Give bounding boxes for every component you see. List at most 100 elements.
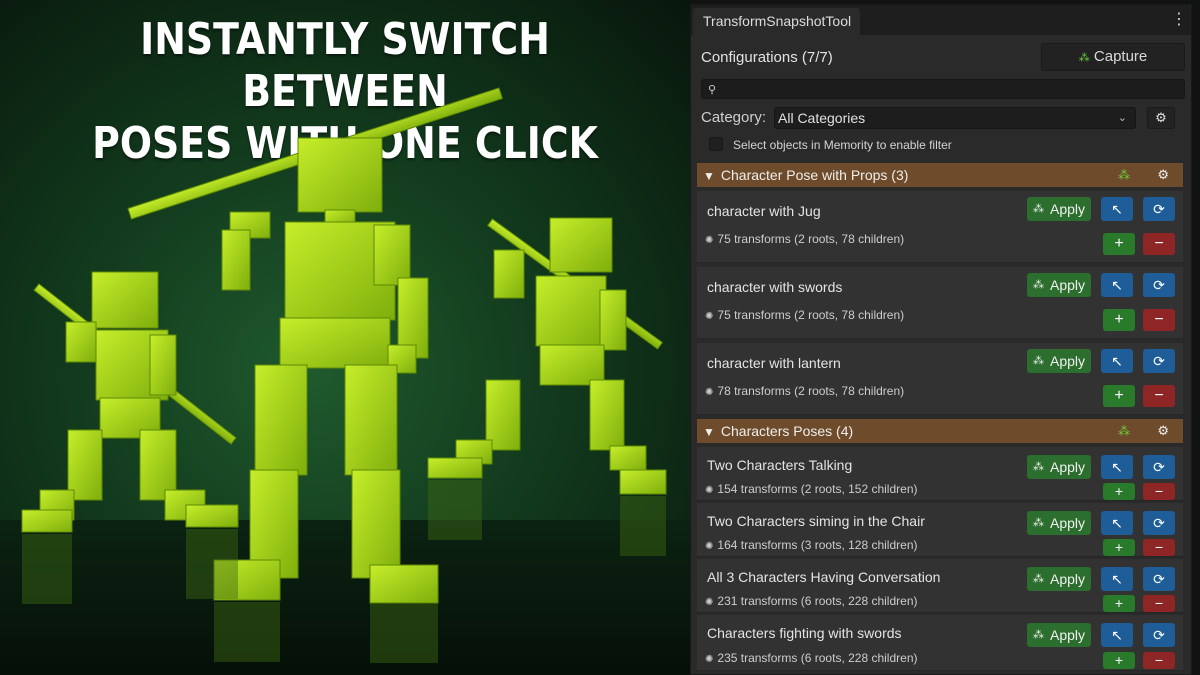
group-header-props[interactable]: ▼ Character Pose with Props (3) ⁂ ⚙ — [697, 163, 1183, 187]
apply-icon: ⁂ — [1033, 203, 1044, 215]
transforms-icon: ✺ — [705, 311, 714, 322]
transforms-icon: ✺ — [705, 387, 714, 398]
update-snapshot-button[interactable]: ⟳ — [1143, 455, 1175, 479]
cursor-icon: ↖ — [1111, 277, 1123, 293]
select-objects-button[interactable]: ↖ — [1101, 623, 1133, 647]
memority-filter-checkbox[interactable] — [709, 137, 723, 151]
add-button[interactable]: + — [1103, 539, 1135, 556]
cursor-icon: ↖ — [1111, 201, 1123, 217]
cursor-icon: ↖ — [1111, 515, 1123, 531]
apply-button[interactable]: ⁂ Apply — [1027, 273, 1091, 297]
config-stats: ✺ 164 transforms (3 roots, 128 children) — [705, 538, 917, 552]
config-name: Two Characters Talking — [707, 457, 853, 473]
config-card: Two Characters siming in the Chair ✺ 164 … — [697, 503, 1183, 557]
refresh-icon: ⟳ — [1153, 627, 1165, 643]
collapse-arrow-icon[interactable]: ▼ — [703, 420, 717, 444]
apply-button[interactable]: ⁂ Apply — [1027, 349, 1091, 373]
refresh-icon: ⟳ — [1153, 277, 1165, 293]
remove-button[interactable]: − — [1143, 539, 1175, 556]
chevron-down-icon: ⌄ — [1117, 112, 1127, 124]
config-stats: ✺ 75 transforms (2 roots, 78 children) — [705, 308, 904, 322]
refresh-icon: ⟳ — [1153, 201, 1165, 217]
config-name: character with swords — [707, 279, 843, 295]
filter-hint: Select objects in Memority to enable fil… — [733, 138, 952, 152]
add-button[interactable]: + — [1103, 233, 1135, 255]
left-figure — [21, 271, 239, 533]
window-tab[interactable]: TransformSnapshotTool — [693, 8, 860, 35]
remove-button[interactable]: − — [1143, 595, 1175, 612]
config-stats-text: 164 transforms (3 roots, 128 children) — [717, 538, 918, 552]
cursor-icon: ↖ — [1111, 571, 1123, 587]
apply-label: Apply — [1050, 627, 1086, 643]
config-card: character with Jug ✺ 75 transforms (2 roo… — [697, 191, 1183, 263]
refresh-icon: ⟳ — [1153, 459, 1165, 475]
config-stats: ✺ 75 transforms (2 roots, 78 children) — [705, 232, 904, 246]
update-snapshot-button[interactable]: ⟳ — [1143, 567, 1175, 591]
category-dropdown[interactable]: All Categories ⌄ — [774, 107, 1136, 129]
transforms-icon: ✺ — [705, 235, 714, 246]
update-snapshot-button[interactable]: ⟳ — [1143, 349, 1175, 373]
config-stats-text: 75 transforms (2 roots, 78 children) — [717, 308, 905, 322]
add-button[interactable]: + — [1103, 309, 1135, 331]
config-stats-text: 231 transforms (6 roots, 228 children) — [717, 594, 918, 608]
group-capture-icon[interactable]: ⁂ — [1118, 419, 1130, 443]
add-button[interactable]: + — [1103, 652, 1135, 669]
remove-button[interactable]: − — [1143, 385, 1175, 407]
update-snapshot-button[interactable]: ⟳ — [1143, 197, 1175, 221]
apply-label: Apply — [1050, 353, 1086, 369]
capture-button[interactable]: ⁂ Capture — [1041, 43, 1185, 71]
remove-button[interactable]: − — [1143, 483, 1175, 500]
posed-figures-illustration — [21, 87, 667, 663]
capture-icon: ⁂ — [1078, 52, 1090, 64]
config-stats: ✺ 78 transforms (2 roots, 78 children) — [705, 384, 904, 398]
group-settings-gear-icon[interactable]: ⚙ — [1157, 163, 1169, 187]
search-bar[interactable]: ⚲ — [701, 79, 1185, 99]
remove-button[interactable]: − — [1143, 652, 1175, 669]
update-snapshot-button[interactable]: ⟳ — [1143, 511, 1175, 535]
promo-banner: INSTANTLY SWITCH BETWEEN POSES WITH ONE … — [0, 0, 690, 675]
category-settings-gear-icon[interactable]: ⚙ — [1147, 107, 1175, 129]
refresh-icon: ⟳ — [1153, 353, 1165, 369]
select-objects-button[interactable]: ↖ — [1101, 197, 1133, 221]
add-button[interactable]: + — [1103, 595, 1135, 612]
search-input[interactable] — [724, 80, 1179, 98]
add-button[interactable]: + — [1103, 483, 1135, 500]
config-stats: ✺ 231 transforms (6 roots, 228 children) — [705, 594, 917, 608]
select-objects-button[interactable]: ↖ — [1101, 511, 1133, 535]
group-title: Characters Poses (4) — [720, 423, 854, 439]
update-snapshot-button[interactable]: ⟳ — [1143, 623, 1175, 647]
select-objects-button[interactable]: ↖ — [1101, 455, 1133, 479]
config-stats-text: 235 transforms (6 roots, 228 children) — [717, 651, 918, 665]
apply-icon: ⁂ — [1033, 573, 1044, 585]
select-objects-button[interactable]: ↖ — [1101, 349, 1133, 373]
group-capture-icon[interactable]: ⁂ — [1118, 163, 1130, 187]
apply-button[interactable]: ⁂ Apply — [1027, 567, 1091, 591]
config-name: Characters fighting with swords — [707, 625, 902, 641]
collapse-arrow-icon[interactable]: ▼ — [703, 164, 717, 188]
remove-button[interactable]: − — [1143, 309, 1175, 331]
apply-button[interactable]: ⁂ Apply — [1027, 511, 1091, 535]
update-snapshot-button[interactable]: ⟳ — [1143, 273, 1175, 297]
apply-icon: ⁂ — [1033, 629, 1044, 641]
apply-label: Apply — [1050, 515, 1086, 531]
kebab-menu-icon[interactable]: ⋮ — [1171, 11, 1187, 29]
remove-button[interactable]: − — [1143, 233, 1175, 255]
config-stats: ✺ 235 transforms (6 roots, 228 children) — [705, 651, 917, 665]
apply-button[interactable]: ⁂ Apply — [1027, 455, 1091, 479]
select-objects-button[interactable]: ↖ — [1101, 273, 1133, 297]
apply-label: Apply — [1050, 459, 1086, 475]
category-value: All Categories — [778, 110, 866, 126]
apply-button[interactable]: ⁂ Apply — [1027, 197, 1091, 221]
transforms-icon: ✺ — [705, 654, 714, 665]
transform-snapshot-panel: TransformSnapshotTool ⋮ Configurations (… — [690, 4, 1192, 675]
config-name: Two Characters siming in the Chair — [707, 513, 925, 529]
apply-icon: ⁂ — [1033, 355, 1044, 367]
apply-button[interactable]: ⁂ Apply — [1027, 623, 1091, 647]
group-settings-gear-icon[interactable]: ⚙ — [1157, 419, 1169, 443]
apply-label: Apply — [1050, 571, 1086, 587]
add-button[interactable]: + — [1103, 385, 1135, 407]
group-header-poses[interactable]: ▼ Characters Poses (4) ⁂ ⚙ — [697, 419, 1183, 443]
select-objects-button[interactable]: ↖ — [1101, 567, 1133, 591]
apply-icon: ⁂ — [1033, 279, 1044, 291]
configurations-count: Configurations (7/7) — [701, 49, 833, 66]
